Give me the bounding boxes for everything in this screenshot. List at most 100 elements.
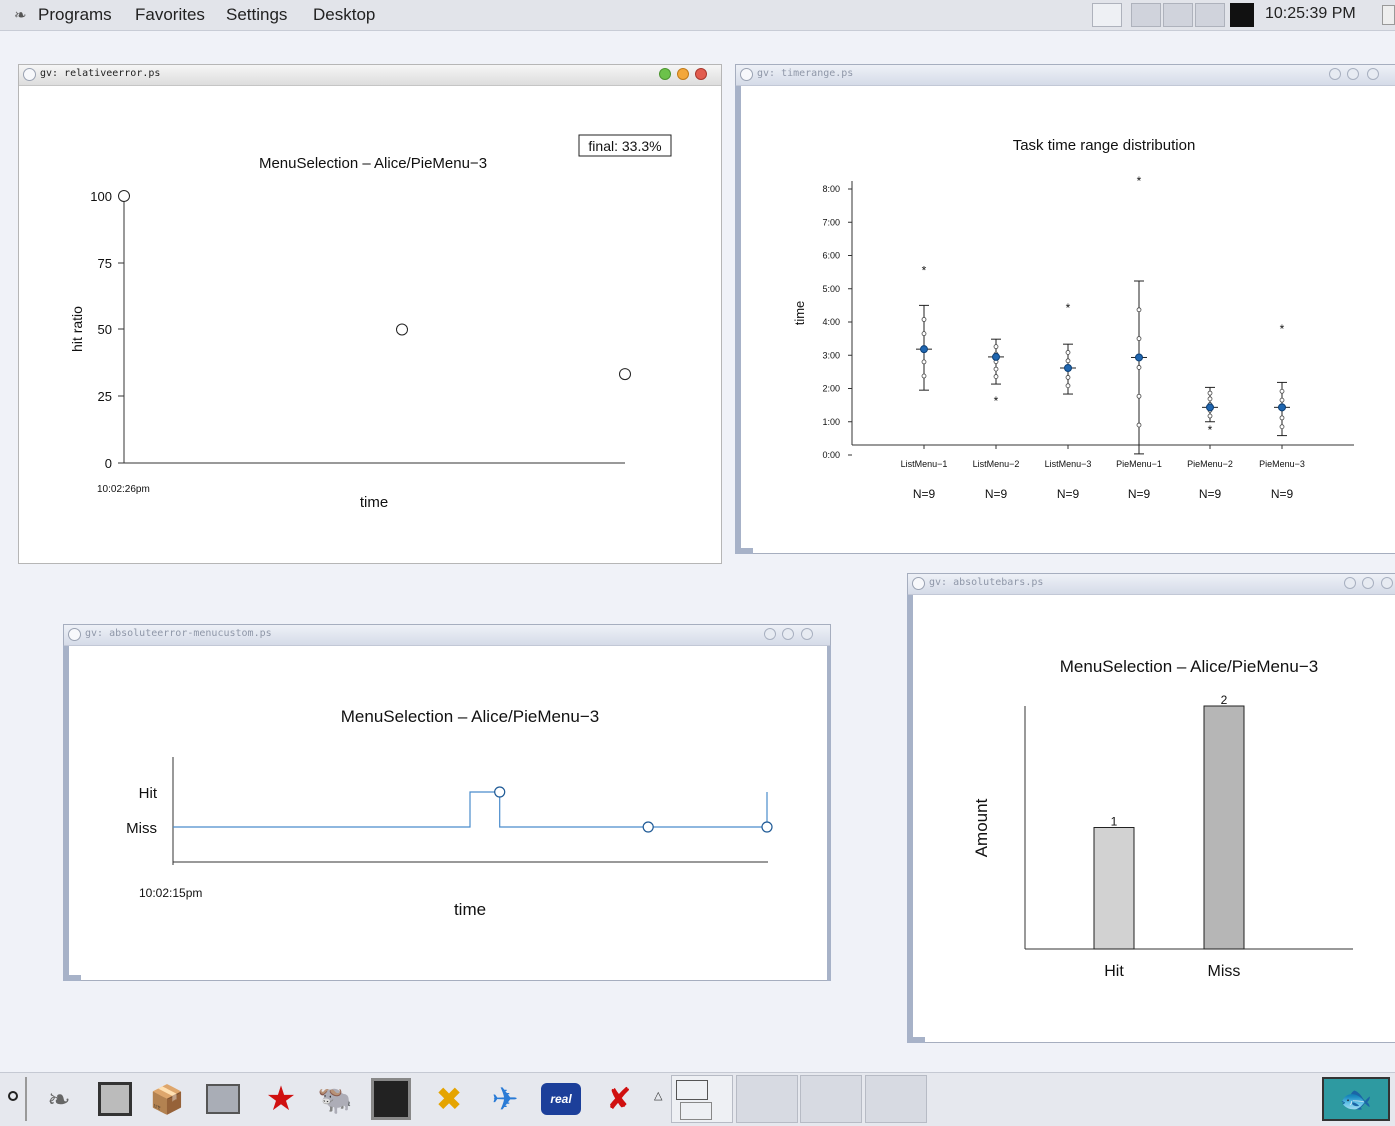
- sample-point: [1279, 397, 1285, 403]
- mean-point: [992, 352, 1000, 361]
- workspace-switcher-icon[interactable]: [202, 1077, 244, 1121]
- category-label: Miss: [1208, 963, 1241, 980]
- x-start-label: 10:02:15pm: [139, 886, 202, 900]
- sample-point: [921, 317, 927, 322]
- expand-arrow-icon[interactable]: △: [654, 1089, 662, 1102]
- sample-point: [1136, 393, 1142, 399]
- close-button[interactable]: [1367, 68, 1379, 80]
- gnome-foot-icon[interactable]: ❧: [14, 6, 27, 24]
- minimize-button[interactable]: [764, 628, 776, 640]
- close-button[interactable]: [695, 68, 707, 80]
- sample-point: [1207, 390, 1213, 396]
- window-relativeerror: gv: relativeerror.ps MenuSelection – Ali…: [18, 64, 722, 564]
- bar-value-label: 2: [1221, 693, 1228, 707]
- panel-hide-icon[interactable]: [8, 1091, 18, 1101]
- window-menu-icon[interactable]: [912, 577, 925, 590]
- file-manager-icon[interactable]: 📦: [146, 1077, 188, 1121]
- y-tick-label: 25: [98, 389, 112, 404]
- close-button[interactable]: [801, 628, 813, 640]
- minimize-button[interactable]: [659, 68, 671, 80]
- y-axis-label: time: [792, 301, 807, 326]
- category-label: ListMenu−3: [1045, 459, 1092, 469]
- category-label: PieMenu−1: [1116, 459, 1162, 469]
- menu-programs[interactable]: Programs: [38, 5, 112, 25]
- y-tick-label: 8:00: [822, 184, 840, 194]
- maximize-button[interactable]: [782, 628, 794, 640]
- category-label: ListMenu−1: [901, 459, 948, 469]
- bar: [1203, 705, 1245, 950]
- minimize-button[interactable]: [1344, 577, 1356, 589]
- category-label: PieMenu−3: [1259, 459, 1305, 469]
- outlier-point: *: [1137, 174, 1142, 188]
- pager-workspace-3[interactable]: [800, 1075, 862, 1123]
- realplayer-icon[interactable]: real: [540, 1077, 582, 1121]
- window-menu-icon[interactable]: [68, 628, 81, 641]
- outlier-point: *: [922, 263, 927, 277]
- sample-point: [1279, 415, 1285, 421]
- outlier-point: *: [1280, 322, 1285, 336]
- chart-title: MenuSelection – Alice/PieMenu−3: [1060, 657, 1318, 676]
- window-titlebar[interactable]: gv: absolutebars.ps: [908, 574, 1395, 595]
- pager-workspace-2[interactable]: [1131, 3, 1161, 27]
- count-label: N=9: [913, 487, 936, 501]
- gnu-icon[interactable]: 🐃: [314, 1077, 356, 1121]
- count-label: N=9: [1271, 487, 1294, 501]
- menu-settings[interactable]: Settings: [226, 5, 287, 25]
- y-tick-label: 75: [98, 256, 112, 271]
- sample-point: [921, 373, 927, 379]
- pager-workspace-4[interactable]: [1195, 3, 1225, 27]
- sample-point: [1207, 413, 1213, 419]
- screen-lock-icon[interactable]: ✘: [598, 1077, 640, 1121]
- pager-workspace-1[interactable]: [671, 1075, 733, 1123]
- terminal-icon[interactable]: [370, 1077, 412, 1121]
- pager-workspace-3[interactable]: [1163, 3, 1193, 27]
- maximize-button[interactable]: [1347, 68, 1359, 80]
- pager-workspace-4[interactable]: [865, 1075, 927, 1123]
- gnome-menu-icon[interactable]: ❧: [38, 1077, 80, 1121]
- window-list-icon[interactable]: [94, 1077, 136, 1121]
- sample-point: [921, 331, 927, 337]
- chat-icon[interactable]: ✖: [428, 1077, 470, 1121]
- level-label-hit: Hit: [139, 785, 158, 802]
- window-titlebar[interactable]: gv: timerange.ps: [736, 65, 1395, 86]
- maximize-button[interactable]: [677, 68, 689, 80]
- close-button[interactable]: [1381, 577, 1393, 589]
- sample-point: [921, 359, 927, 365]
- maximize-button[interactable]: [1362, 577, 1374, 589]
- hit-marker: [494, 786, 506, 798]
- terminal-applet-icon[interactable]: [1230, 3, 1254, 27]
- chart-title: MenuSelection – Alice/PieMenu−3: [341, 707, 599, 726]
- y-tick-label: 4:00: [822, 317, 840, 327]
- y-tick-label: 50: [98, 322, 112, 337]
- panel-separator: [25, 1077, 27, 1121]
- window-titlebar[interactable]: gv: absoluteerror-menucustom.ps: [64, 625, 830, 646]
- count-label: N=9: [1199, 487, 1222, 501]
- menu-desktop[interactable]: Desktop: [313, 5, 375, 25]
- window-titlebar[interactable]: gv: relativeerror.ps: [19, 65, 721, 86]
- panel-edge-button[interactable]: [1382, 5, 1395, 25]
- fish-applet-icon[interactable]: 🐟: [1322, 1077, 1390, 1121]
- bottom-panel: ❧ 📦 ★ 🐃 ✖ ✈ real ✘ △ 🐟: [0, 1072, 1395, 1126]
- mean-point: [1278, 403, 1286, 412]
- pager-workspace-1[interactable]: [1092, 3, 1122, 27]
- minimize-button[interactable]: [1329, 68, 1341, 80]
- window-menu-icon[interactable]: [23, 68, 36, 81]
- category-label: Hit: [1104, 963, 1124, 980]
- category-label: ListMenu−2: [973, 459, 1020, 469]
- window-menu-icon[interactable]: [740, 68, 753, 81]
- y-tick: 0: [105, 456, 124, 471]
- sample-point: [1207, 396, 1213, 402]
- pager-workspace-2[interactable]: [736, 1075, 798, 1123]
- window-title: gv: timerange.ps: [757, 68, 854, 79]
- data-point: [396, 323, 408, 336]
- clock: 10:25:39 PM: [1265, 5, 1356, 22]
- menu-favorites[interactable]: Favorites: [135, 5, 205, 25]
- y-tick: 25: [98, 389, 124, 404]
- window-title: gv: absoluteerror-menucustom.ps: [85, 628, 272, 639]
- y-tick-label: 1:00: [822, 417, 840, 427]
- y-tick-label: 3:00: [822, 350, 840, 360]
- star-office-icon[interactable]: ★: [260, 1077, 302, 1121]
- openoffice-icon[interactable]: ✈: [484, 1077, 526, 1121]
- y-tick: 75: [98, 256, 124, 271]
- mean-point: [1064, 363, 1072, 372]
